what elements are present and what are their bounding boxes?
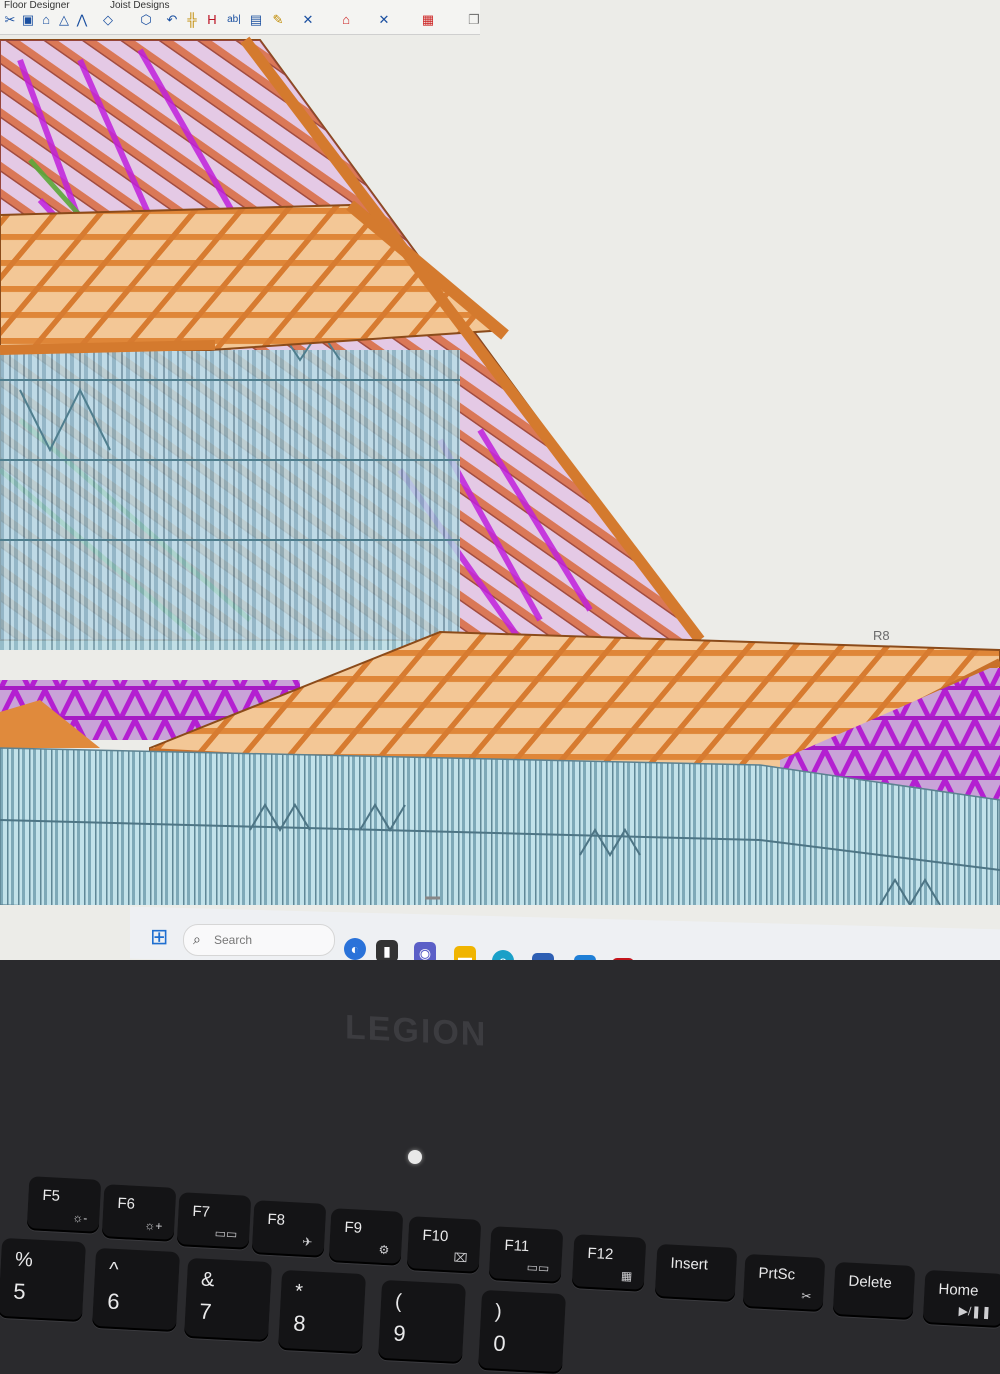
tab-joist-designs[interactable]: Joist Designs <box>110 0 169 11</box>
key-8[interactable]: * 8 <box>277 1269 367 1355</box>
cad-3d-viewport[interactable] <box>0 0 1000 960</box>
key-f5[interactable]: F5 ☼- <box>26 1176 102 1234</box>
search-icon: ⌕ <box>193 931 201 947</box>
undo-icon[interactable]: ↶ <box>164 12 180 28</box>
monitor-screen: Floor Designer Joist Designs ✂ ▣ ⌂ △ ⋀ ◇… <box>0 0 1000 960</box>
key-label: Delete <box>848 1272 893 1292</box>
key-function-icon: ▭▭ <box>214 1226 238 1242</box>
key-label: F7 <box>192 1202 211 1221</box>
cad-toolbar: Floor Designer Joist Designs ✂ ▣ ⌂ △ ⋀ ◇… <box>0 0 480 35</box>
key-function-icon: ⌧ <box>453 1250 468 1266</box>
key-6[interactable]: ^ 6 <box>91 1247 181 1333</box>
laptop-brand-logo: LEGION <box>345 1008 488 1054</box>
key-f7[interactable]: F7 ▭▭ <box>176 1192 252 1250</box>
key-label: F6 <box>117 1194 136 1213</box>
key-function-icon: ✈ <box>301 1234 313 1250</box>
key-function-icon: ▭▭ <box>526 1260 550 1276</box>
truss-icon[interactable]: △ <box>56 12 72 28</box>
post-icon[interactable]: ╬ <box>184 12 200 28</box>
key-digit: 7 <box>198 1298 213 1325</box>
key-function-icon: ✂ <box>800 1288 812 1304</box>
key-function-icon: ☼- <box>71 1210 88 1226</box>
key-label: F8 <box>267 1210 286 1229</box>
cube-icon[interactable]: ◇ <box>100 12 116 28</box>
key-label: Home <box>938 1280 979 1300</box>
key-digit: 6 <box>106 1288 121 1315</box>
cross-icon[interactable]: ✕ <box>376 12 392 28</box>
key-0[interactable]: ) 0 <box>477 1289 567 1374</box>
key-function-icon: ⚙ <box>378 1242 390 1258</box>
key-prtsc[interactable]: PrtSc ✂ <box>742 1253 826 1313</box>
key-shift-symbol: % <box>14 1248 34 1272</box>
roof-icon[interactable]: ⌂ <box>338 12 354 28</box>
search-placeholder: Search <box>214 933 253 947</box>
key-f8[interactable]: F8 ✈ <box>251 1200 327 1258</box>
key-5[interactable]: % 5 <box>0 1237 87 1323</box>
brush-icon[interactable]: ✎ <box>270 12 286 28</box>
mcafee-icon[interactable]: M <box>612 958 634 960</box>
sheet-icon[interactable]: ▤ <box>248 12 264 28</box>
key-label: F11 <box>504 1236 530 1256</box>
file-explorer-icon[interactable]: ▬ <box>454 946 476 960</box>
cortana-icon[interactable]: ◐ <box>344 938 366 960</box>
key-label: F12 <box>587 1244 614 1264</box>
key-shift-symbol: ) <box>494 1300 503 1323</box>
key-label: Insert <box>670 1254 709 1274</box>
beam-icon[interactable]: H <box>204 12 220 28</box>
cube-icon-2[interactable]: ⬡ <box>138 12 154 28</box>
key-label: F5 <box>42 1186 61 1205</box>
key-home[interactable]: Home ▶/❚❚ <box>922 1269 1000 1329</box>
key-delete[interactable]: Delete <box>832 1261 916 1321</box>
taskbar-search[interactable]: ⌕ Search <box>183 924 335 956</box>
key-label: F10 <box>422 1226 449 1246</box>
tab-floor-designer[interactable]: Floor Designer <box>4 0 70 11</box>
key-function-icon: ▶/❚❚ <box>958 1303 992 1320</box>
key-digit: 5 <box>12 1278 27 1305</box>
copy-icon[interactable]: ❐ <box>466 12 482 28</box>
start-icon[interactable]: ⊞ <box>150 926 172 948</box>
wrench-icon[interactable]: ✕ <box>300 12 316 28</box>
key-f9[interactable]: F9 ⚙ <box>328 1208 404 1266</box>
key-shift-symbol: ( <box>394 1290 403 1313</box>
key-f12[interactable]: F12 ▦ <box>571 1234 647 1292</box>
key-function-icon: ▦ <box>620 1268 633 1284</box>
launcher-icon[interactable]: L <box>574 955 596 960</box>
key-label: PrtSc <box>758 1264 796 1284</box>
key-label: F9 <box>344 1218 363 1237</box>
truss-icon-2[interactable]: ⋀ <box>74 12 90 28</box>
key-shift-symbol: & <box>200 1268 215 1292</box>
home-icon[interactable]: ⌂ <box>38 12 54 28</box>
r8-label: R8 <box>873 628 890 643</box>
store-icon[interactable]: ▦ <box>532 953 554 960</box>
gable-icon[interactable]: ▦ <box>420 12 436 28</box>
key-7[interactable]: & 7 <box>183 1257 273 1343</box>
key-insert[interactable]: Insert <box>654 1243 738 1303</box>
key-digit: 9 <box>392 1320 407 1347</box>
key-digit: 0 <box>492 1330 507 1357</box>
key-shift-symbol: ^ <box>108 1258 119 1282</box>
key-f6[interactable]: F6 ☼+ <box>101 1184 177 1242</box>
text-icon[interactable]: ab| <box>226 12 242 28</box>
task-view-icon[interactable]: ▮ <box>376 940 398 960</box>
key-f10[interactable]: F10 ⌧ <box>406 1216 482 1274</box>
key-f11[interactable]: F11 ▭▭ <box>488 1226 564 1284</box>
key-function-icon: ☼+ <box>143 1218 163 1234</box>
key-shift-symbol: * <box>294 1280 304 1303</box>
key-9[interactable]: (9 <box>377 1279 467 1365</box>
key-digit: 8 <box>292 1310 307 1337</box>
power-indicator-light <box>408 1150 422 1164</box>
teams-icon[interactable]: ◉ <box>414 942 436 960</box>
save-icon[interactable]: ▣ <box>20 12 36 28</box>
scissors-icon[interactable]: ✂ <box>2 12 18 28</box>
